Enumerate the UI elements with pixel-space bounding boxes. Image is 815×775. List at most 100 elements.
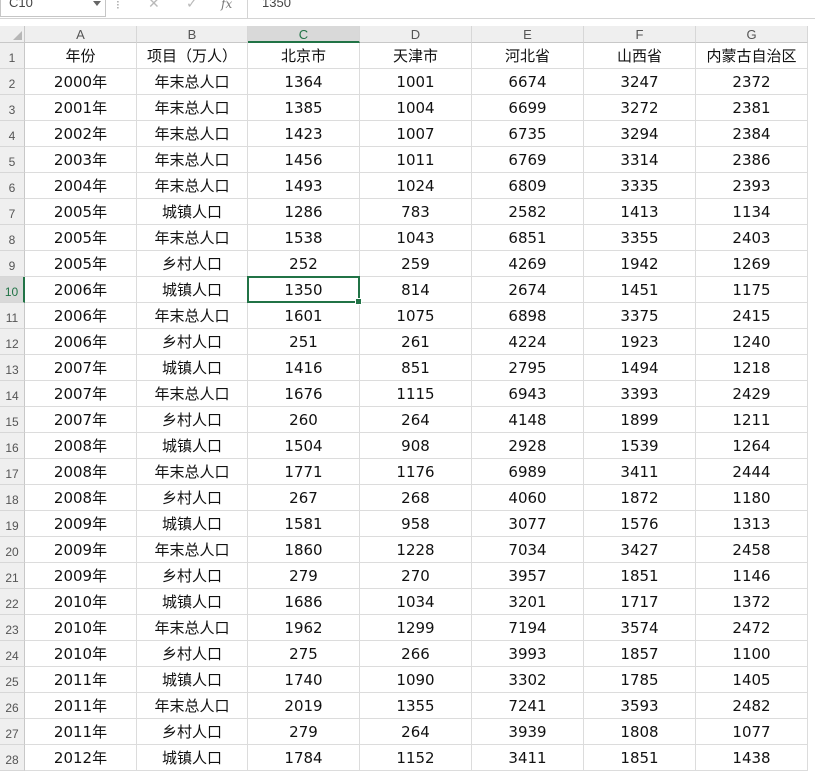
cell-f18[interactable]: 1872	[584, 485, 696, 511]
cell-d21[interactable]: 270	[360, 563, 472, 589]
cancel-icon[interactable]: ✕	[148, 0, 160, 12]
cell-f26[interactable]: 3593	[584, 693, 696, 719]
cell-f14[interactable]: 3393	[584, 381, 696, 407]
cell-d12[interactable]: 261	[360, 329, 472, 355]
cell-a27[interactable]: 2011年	[25, 719, 137, 745]
cell-b17[interactable]: 年末总人口	[137, 459, 248, 485]
cell-e2[interactable]: 6674	[472, 69, 584, 95]
row-header-6[interactable]: 6	[0, 173, 25, 199]
cell-b8[interactable]: 年末总人口	[137, 225, 248, 251]
cell-a15[interactable]: 2007年	[25, 407, 137, 433]
cell-c12[interactable]: 251	[248, 329, 360, 355]
cell-b18[interactable]: 乡村人口	[137, 485, 248, 511]
cell-d2[interactable]: 1001	[360, 69, 472, 95]
cell-c22[interactable]: 1686	[248, 589, 360, 615]
cell-f5[interactable]: 3314	[584, 147, 696, 173]
cell-g8[interactable]: 2403	[696, 225, 808, 251]
cell-f25[interactable]: 1785	[584, 667, 696, 693]
row-header-8[interactable]: 8	[0, 225, 25, 251]
cell-b25[interactable]: 城镇人口	[137, 667, 248, 693]
cell-a18[interactable]: 2008年	[25, 485, 137, 511]
cell-b15[interactable]: 乡村人口	[137, 407, 248, 433]
cell-c24[interactable]: 275	[248, 641, 360, 667]
cell-e14[interactable]: 6943	[472, 381, 584, 407]
cell-c25[interactable]: 1740	[248, 667, 360, 693]
cell-a11[interactable]: 2006年	[25, 303, 137, 329]
cell-b19[interactable]: 城镇人口	[137, 511, 248, 537]
cell-g26[interactable]: 2482	[696, 693, 808, 719]
cell-c16[interactable]: 1504	[248, 433, 360, 459]
cell-a12[interactable]: 2006年	[25, 329, 137, 355]
cell-a6[interactable]: 2004年	[25, 173, 137, 199]
cell-a5[interactable]: 2003年	[25, 147, 137, 173]
cell-d13[interactable]: 851	[360, 355, 472, 381]
cell-d17[interactable]: 1176	[360, 459, 472, 485]
cell-c21[interactable]: 279	[248, 563, 360, 589]
cell-a20[interactable]: 2009年	[25, 537, 137, 563]
cell-a16[interactable]: 2008年	[25, 433, 137, 459]
cell-e19[interactable]: 3077	[472, 511, 584, 537]
column-header-a[interactable]: A	[25, 26, 137, 43]
cell-g20[interactable]: 2458	[696, 537, 808, 563]
cell-c7[interactable]: 1286	[248, 199, 360, 225]
cell-b26[interactable]: 年末总人口	[137, 693, 248, 719]
cell-g5[interactable]: 2386	[696, 147, 808, 173]
cell-g21[interactable]: 1146	[696, 563, 808, 589]
cell-d10[interactable]: 814	[360, 277, 472, 303]
cell-e3[interactable]: 6699	[472, 95, 584, 121]
cell-e16[interactable]: 2928	[472, 433, 584, 459]
cell-f28[interactable]: 1851	[584, 745, 696, 771]
row-header-23[interactable]: 23	[0, 615, 25, 641]
row-header-25[interactable]: 25	[0, 667, 25, 693]
cell-a9[interactable]: 2005年	[25, 251, 137, 277]
cell-b16[interactable]: 城镇人口	[137, 433, 248, 459]
cell-b24[interactable]: 乡村人口	[137, 641, 248, 667]
cell-e22[interactable]: 3201	[472, 589, 584, 615]
row-header-13[interactable]: 13	[0, 355, 25, 381]
cell-d15[interactable]: 264	[360, 407, 472, 433]
row-header-22[interactable]: 22	[0, 589, 25, 615]
cell-e17[interactable]: 6989	[472, 459, 584, 485]
cell-c3[interactable]: 1385	[248, 95, 360, 121]
cell-d24[interactable]: 266	[360, 641, 472, 667]
cell-f4[interactable]: 3294	[584, 121, 696, 147]
column-header-d[interactable]: D	[360, 26, 472, 43]
cell-f1[interactable]: 山西省	[584, 43, 696, 69]
cell-b28[interactable]: 城镇人口	[137, 745, 248, 771]
cell-a14[interactable]: 2007年	[25, 381, 137, 407]
cell-c23[interactable]: 1962	[248, 615, 360, 641]
cell-b27[interactable]: 乡村人口	[137, 719, 248, 745]
cell-f20[interactable]: 3427	[584, 537, 696, 563]
column-header-g[interactable]: G	[696, 26, 808, 43]
cell-g27[interactable]: 1077	[696, 719, 808, 745]
cell-e5[interactable]: 6769	[472, 147, 584, 173]
cell-g16[interactable]: 1264	[696, 433, 808, 459]
cell-f7[interactable]: 1413	[584, 199, 696, 225]
cell-c9[interactable]: 252	[248, 251, 360, 277]
cell-a13[interactable]: 2007年	[25, 355, 137, 381]
cell-g1[interactable]: 内蒙古自治区	[696, 43, 808, 69]
enter-icon[interactable]: ✓	[186, 0, 198, 12]
cell-a19[interactable]: 2009年	[25, 511, 137, 537]
row-header-28[interactable]: 28	[0, 745, 25, 771]
cell-g15[interactable]: 1211	[696, 407, 808, 433]
cell-f10[interactable]: 1451	[584, 277, 696, 303]
cell-b6[interactable]: 年末总人口	[137, 173, 248, 199]
cell-c27[interactable]: 279	[248, 719, 360, 745]
cell-g12[interactable]: 1240	[696, 329, 808, 355]
cell-b9[interactable]: 乡村人口	[137, 251, 248, 277]
cell-c5[interactable]: 1456	[248, 147, 360, 173]
cell-d9[interactable]: 259	[360, 251, 472, 277]
row-header-3[interactable]: 3	[0, 95, 25, 121]
name-box[interactable]: C10	[0, 0, 106, 17]
row-header-5[interactable]: 5	[0, 147, 25, 173]
cell-b4[interactable]: 年末总人口	[137, 121, 248, 147]
cell-b2[interactable]: 年末总人口	[137, 69, 248, 95]
cell-a17[interactable]: 2008年	[25, 459, 137, 485]
cell-d20[interactable]: 1228	[360, 537, 472, 563]
row-header-9[interactable]: 9	[0, 251, 25, 277]
row-header-20[interactable]: 20	[0, 537, 25, 563]
cell-e25[interactable]: 3302	[472, 667, 584, 693]
cell-e18[interactable]: 4060	[472, 485, 584, 511]
cell-a2[interactable]: 2000年	[25, 69, 137, 95]
